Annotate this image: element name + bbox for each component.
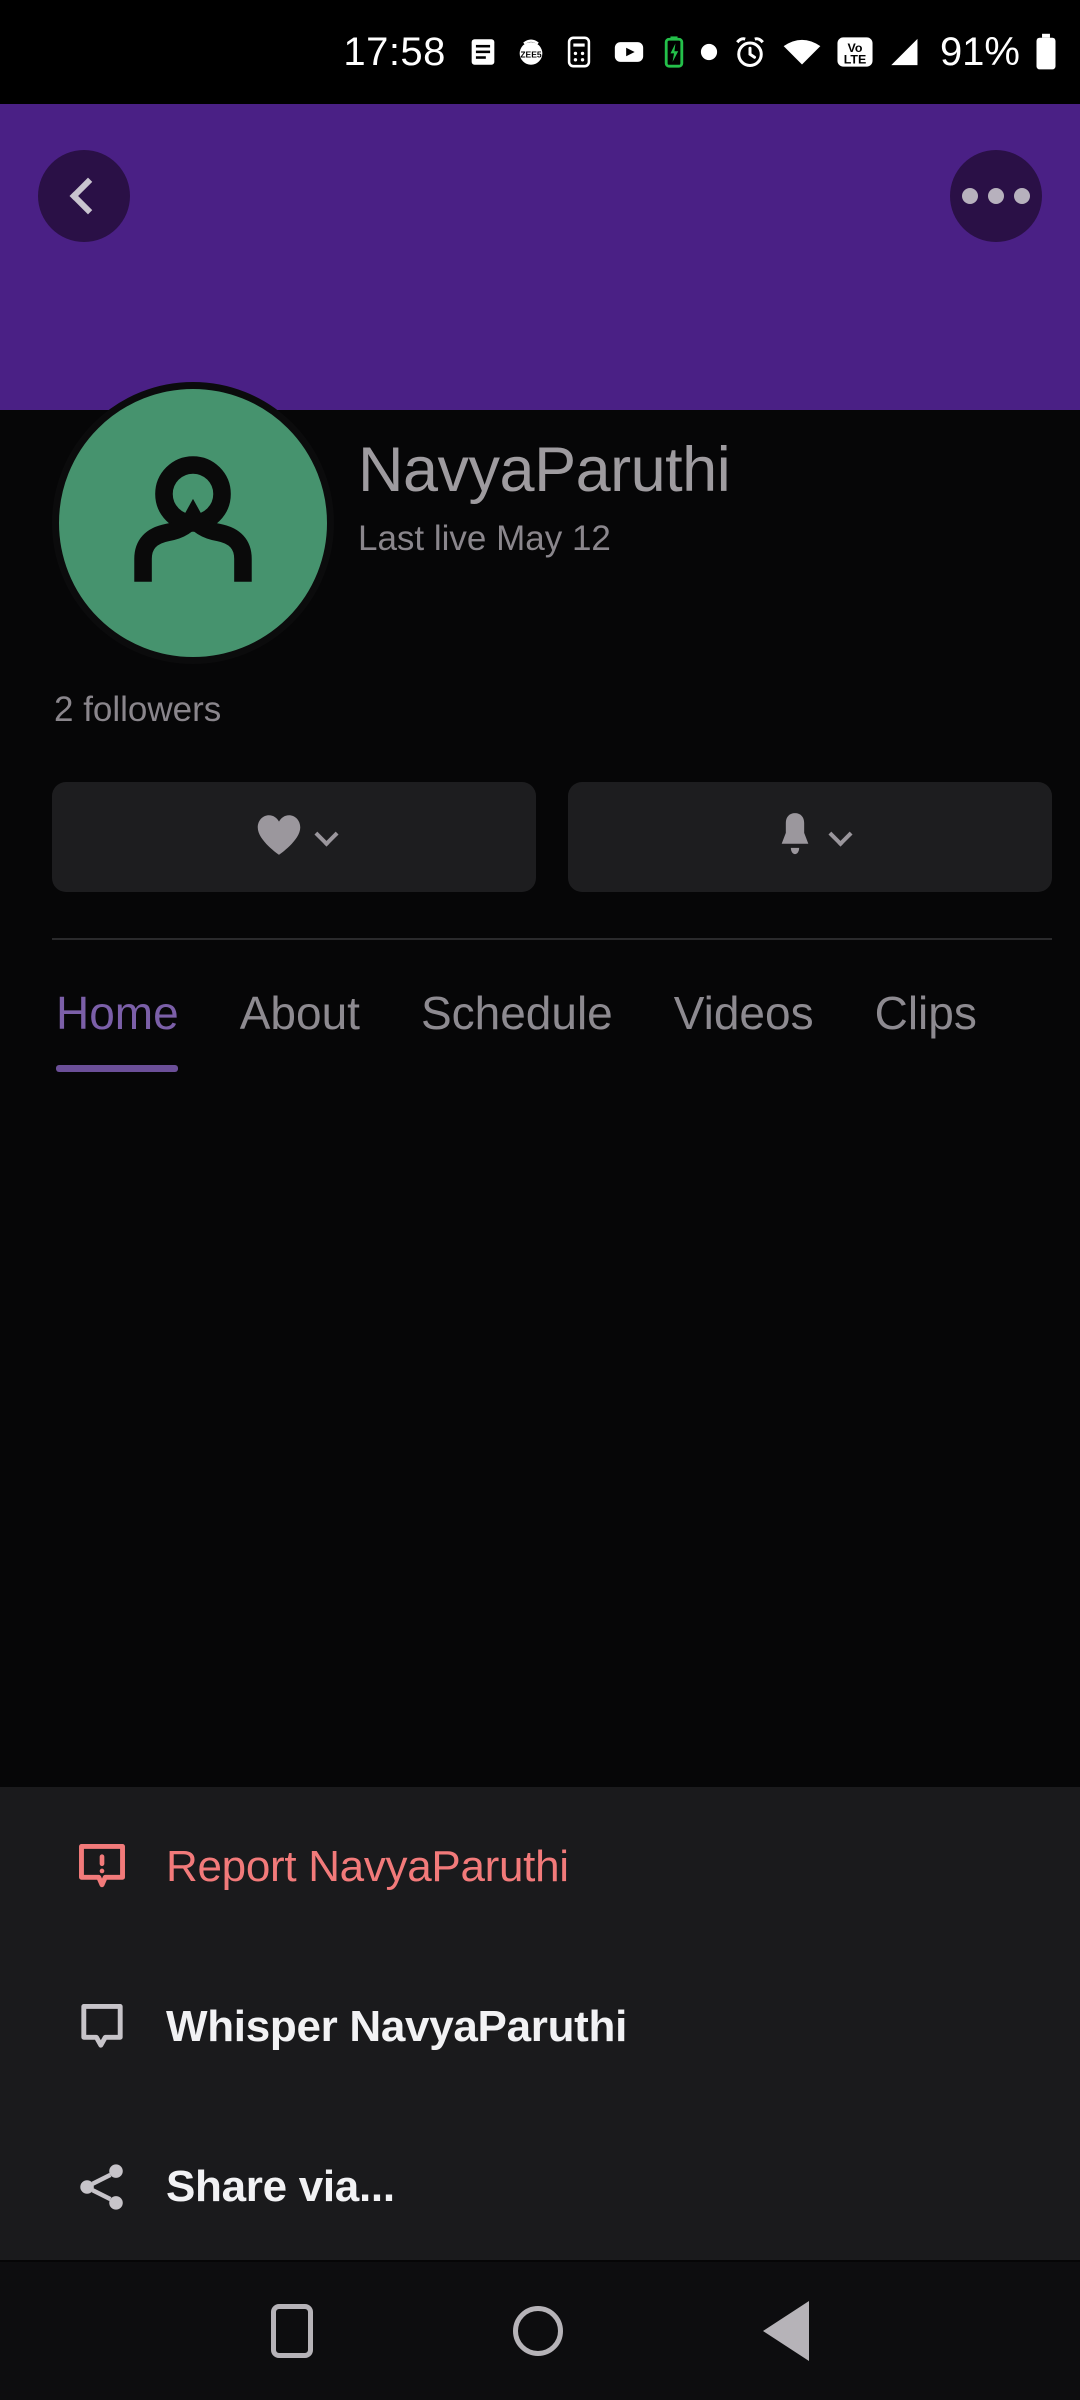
dot-icon: [700, 43, 718, 61]
last-live-label: Last live May 12: [358, 519, 611, 559]
share-menu-label: Share via...: [166, 2162, 395, 2211]
tab-clips[interactable]: Clips: [875, 960, 977, 1040]
report-menu-label: Report NavyaParuthi: [166, 1842, 569, 1891]
share-menu-item[interactable]: Share via...: [0, 2107, 1080, 2267]
whisper-menu-item[interactable]: Whisper NavyaParuthi: [0, 1947, 1080, 2107]
youtube-icon: [610, 35, 648, 69]
tab-about[interactable]: About: [240, 960, 360, 1040]
alarm-icon: [732, 34, 768, 70]
volte-icon: Vo LTE: [836, 34, 874, 70]
avatar[interactable]: [52, 382, 334, 664]
more-options-button[interactable]: [950, 150, 1042, 242]
chevron-left-icon: [69, 177, 107, 215]
svg-text:ZEE5: ZEE5: [520, 50, 542, 60]
status-bar: 17:58 ZEE5 Vo LTE 91%: [0, 0, 1080, 104]
svg-text:LTE: LTE: [844, 53, 867, 67]
zee5-icon: ZEE5: [514, 35, 548, 69]
android-nav-bar: [0, 2262, 1080, 2400]
battery-icon: [1034, 33, 1058, 71]
profile-actions: [52, 782, 1052, 892]
tab-videos[interactable]: Videos: [674, 960, 814, 1040]
calculator-icon: [562, 35, 596, 69]
battery-charging-icon: [662, 35, 686, 69]
circle-icon[interactable]: [513, 2306, 563, 2356]
square-icon[interactable]: [271, 2304, 313, 2358]
chevron-down-icon: [313, 821, 339, 847]
app-screen: 17:58 ZEE5 Vo LTE 91% NavyaParuthi Last …: [0, 0, 1080, 2400]
status-bar-clock: 17:58: [343, 29, 446, 74]
whisper-icon: [66, 1999, 138, 2055]
notes-icon: [466, 35, 500, 69]
report-menu-item[interactable]: Report NavyaParuthi: [0, 1787, 1080, 1947]
follow-button[interactable]: [52, 782, 536, 892]
page-title: NavyaParuthi: [358, 435, 731, 505]
options-bottom-sheet: Report NavyaParuthi Whisper NavyaParuthi…: [0, 1787, 1080, 2260]
whisper-menu-label: Whisper NavyaParuthi: [166, 2002, 628, 2051]
share-icon: [66, 2159, 138, 2215]
tab-home[interactable]: Home: [56, 960, 179, 1072]
tab-schedule[interactable]: Schedule: [421, 960, 613, 1040]
followers-count: 2 followers: [54, 690, 222, 729]
wifi-icon: [782, 35, 822, 69]
profile-tabs: Home About Schedule Videos Clips: [0, 960, 1080, 1100]
profile-identity: NavyaParuthi Last live May 12: [358, 435, 731, 559]
report-icon: [66, 1839, 138, 1895]
bell-icon: [772, 810, 818, 865]
heart-icon: [254, 812, 304, 863]
channel-banner: [0, 104, 1080, 410]
person-icon: [112, 440, 274, 607]
section-divider: [52, 938, 1052, 940]
more-horizontal-icon: [962, 188, 1030, 204]
battery-percent-label: 91%: [939, 29, 1020, 74]
back-button[interactable]: [38, 150, 130, 242]
notifications-button[interactable]: [568, 782, 1052, 892]
chevron-down-icon: [827, 821, 853, 847]
signal-icon: [888, 35, 924, 69]
triangle-back-icon[interactable]: [763, 2301, 809, 2361]
